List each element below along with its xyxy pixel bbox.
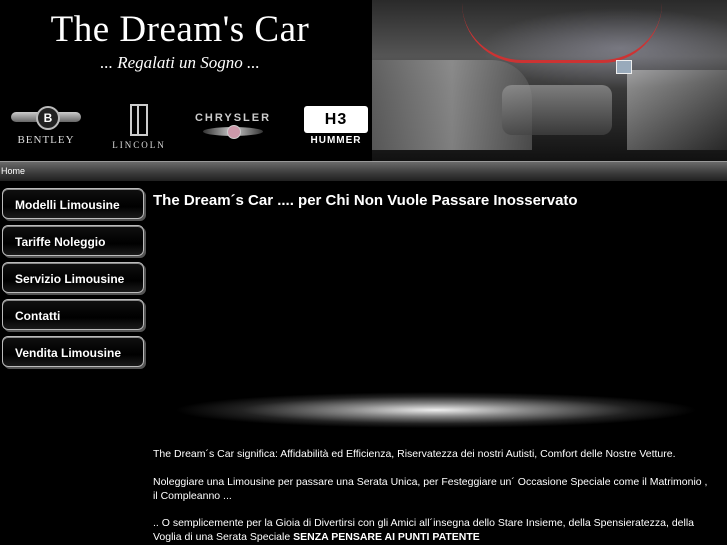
limousine-interior-photo xyxy=(372,0,727,161)
site-title: The Dream's Car xyxy=(50,9,310,50)
fun-paragraph: .. O semplicemente per la Gioia di Diver… xyxy=(153,516,713,544)
site-slogan: ... Regalati un Sogno ... xyxy=(100,53,260,72)
lincoln-star-icon xyxy=(130,104,148,136)
spotlight-stage-image xyxy=(153,392,719,432)
lincoln-label: LINCOLN xyxy=(112,140,166,150)
sidebar-item-label: Servizio Limousine xyxy=(15,272,125,286)
chrysler-logo: CHRYSLER xyxy=(184,112,282,139)
occasion-paragraph: Noleggiare una Limousine per passare una… xyxy=(153,476,708,502)
chrysler-label: CHRYSLER xyxy=(194,112,272,124)
intro-paragraph: The Dream´s Car significa: Affidabilità … xyxy=(153,448,676,460)
hummer-h3-badge: H3 xyxy=(304,106,368,133)
sidebar-item-servizio-limousine[interactable]: Servizio Limousine xyxy=(2,262,144,293)
lincoln-logo: LINCOLN xyxy=(103,104,175,150)
bentley-logo: B BENTLEY xyxy=(8,106,84,146)
hummer-label: HUMMER xyxy=(310,135,362,146)
hummer-logo: H3 HUMMER xyxy=(299,106,373,146)
sidebar-item-label: Vendita Limousine xyxy=(15,346,122,360)
emphasis-text: SENZA PENSARE AI PUNTI PATENTE xyxy=(293,531,480,543)
sidebar-item-vendita-limousine[interactable]: Vendita Limousine xyxy=(2,336,144,367)
page-title: The Dream´s Car .... per Chi Non Vuole P… xyxy=(153,192,578,209)
site-header: The Dream's Car ... Regalati un Sogno ..… xyxy=(0,0,727,161)
top-nav-bar: Home xyxy=(0,161,727,181)
sidebar-item-contatti[interactable]: Contatti xyxy=(2,299,144,330)
chrysler-wing-icon xyxy=(203,125,263,139)
home-link[interactable]: Home xyxy=(1,166,25,176)
sidebar-item-modelli-limousine[interactable]: Modelli Limousine xyxy=(2,188,144,219)
bentley-wings-icon: B xyxy=(11,106,81,130)
sidebar-item-label: Tariffe Noleggio xyxy=(15,235,106,249)
bentley-label: BENTLEY xyxy=(17,134,75,146)
sidebar-item-tariffe-noleggio[interactable]: Tariffe Noleggio xyxy=(2,225,144,256)
main-content: The Dream´s Car .... per Chi Non Vuole P… xyxy=(153,192,719,543)
sidebar-item-label: Modelli Limousine xyxy=(15,198,120,212)
sidebar-item-label: Contatti xyxy=(15,309,61,323)
